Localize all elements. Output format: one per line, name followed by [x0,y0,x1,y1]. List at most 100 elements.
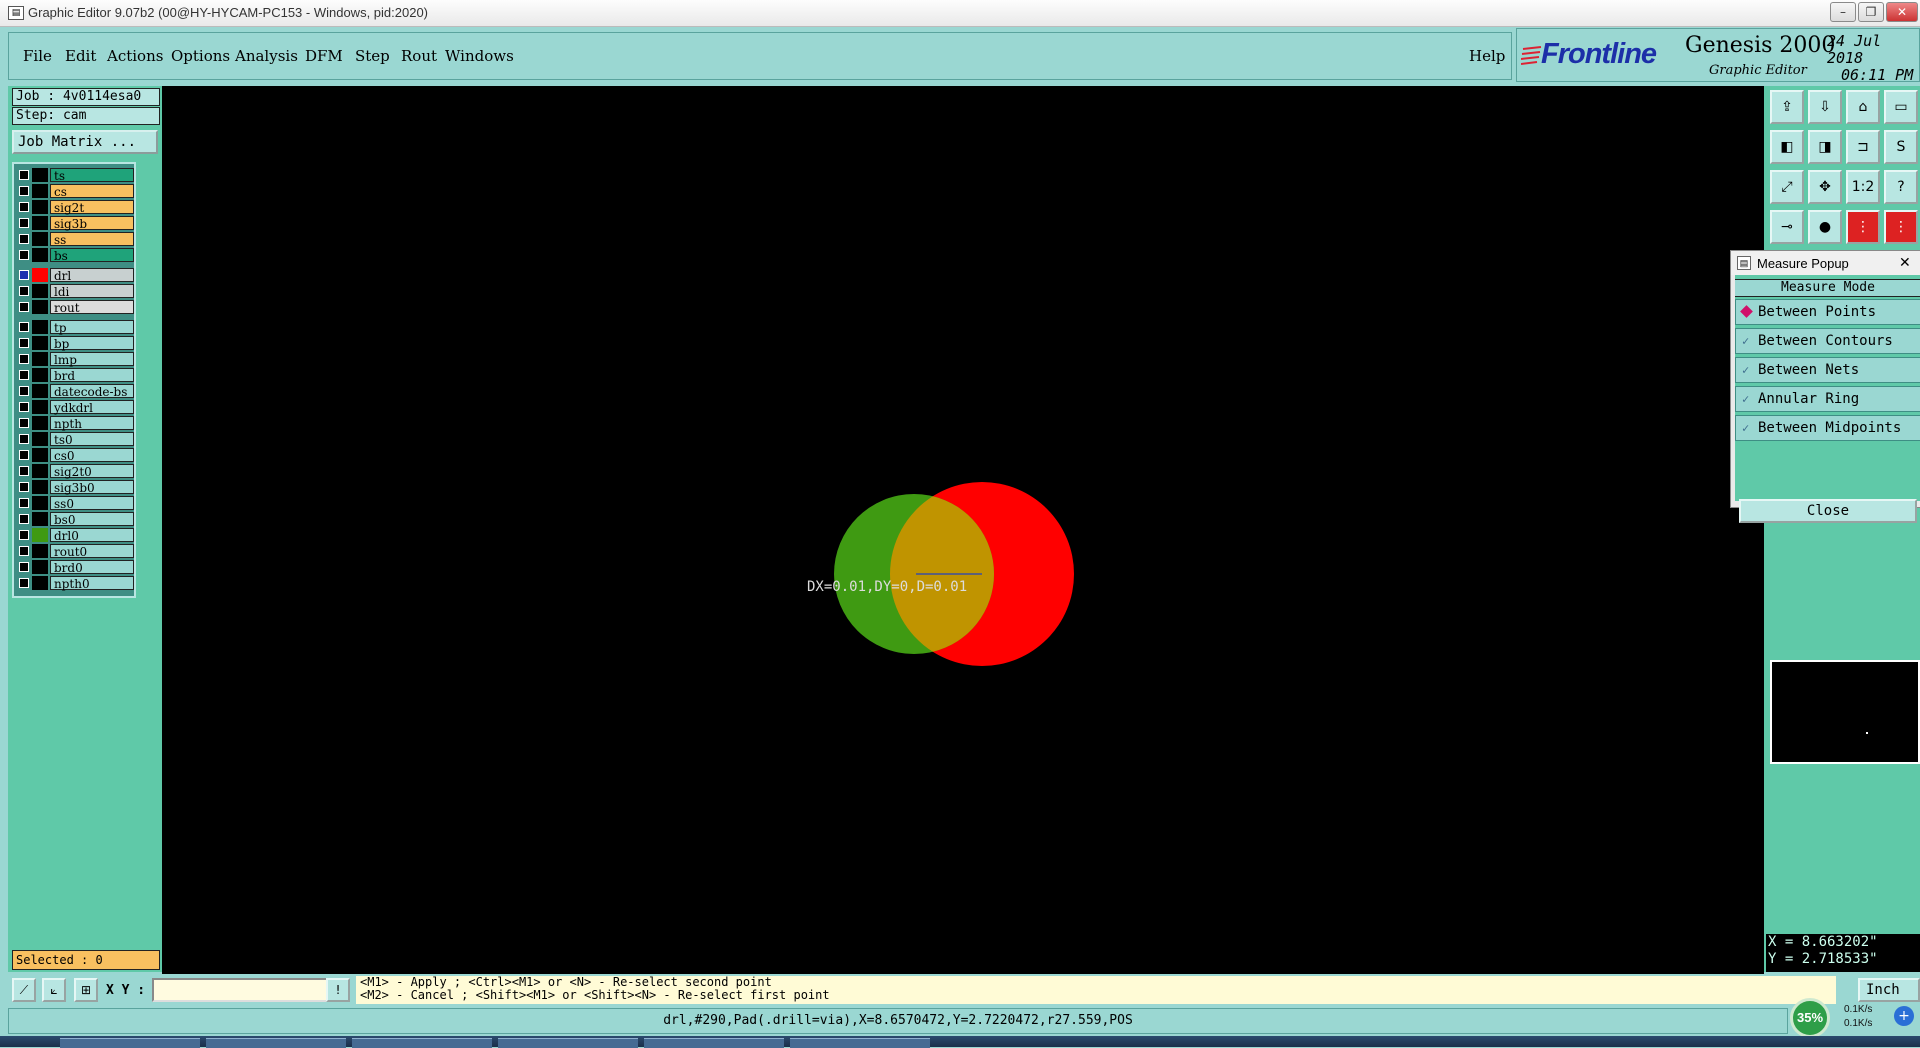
layer-checkbox[interactable] [19,450,29,460]
measure-mode-option[interactable]: ✓ Annular Ring [1735,386,1920,412]
layer-row[interactable]: sig2t0 [16,464,134,479]
measure-mode-option[interactable]: ✓ Between Contours [1735,328,1920,354]
layer-name[interactable]: ldi [50,284,134,299]
graphic-canvas[interactable] [162,86,1764,974]
layer-color-swatch[interactable] [32,184,48,198]
layer-color-swatch[interactable] [32,416,48,430]
layer-name[interactable]: datecode-bs [50,384,134,399]
snap-icon[interactable]: ⊐ [1846,130,1880,164]
layer-row[interactable]: drl [16,268,134,283]
close-window-button[interactable]: ✕ [1886,2,1918,22]
layer-name[interactable]: npth [50,416,134,431]
xy-input[interactable] [152,978,332,1002]
layer-name[interactable]: rout0 [50,544,134,559]
layer-row[interactable]: npth [16,416,134,431]
measure-mode-option[interactable]: ✓ Between Nets [1735,357,1920,383]
layer-row[interactable]: rout0 [16,544,134,559]
measure-ruler-icon[interactable]: ⊸ [1770,210,1804,244]
layer-checkbox[interactable] [19,322,29,332]
layer-row[interactable]: brd0 [16,560,134,575]
layer-color-swatch[interactable] [32,336,48,350]
layer-checkbox[interactable] [19,514,29,524]
layer-checkbox[interactable] [19,170,29,180]
layer-checkbox[interactable] [19,562,29,572]
close-button[interactable]: Close [1739,499,1917,523]
measure-point-icon[interactable]: ● [1808,210,1842,244]
layer-name[interactable]: bp [50,336,134,351]
menu-dfm[interactable]: DFM [305,47,343,65]
layer-color-swatch[interactable] [32,576,48,590]
layer-name[interactable]: sig3b [50,216,134,231]
layer-color-swatch[interactable] [32,512,48,526]
layer-checkbox[interactable] [19,498,29,508]
layer-row[interactable]: npth0 [16,576,134,591]
layer-checkbox[interactable] [19,466,29,476]
layer-checkbox[interactable] [19,286,29,296]
layer-color-swatch[interactable] [32,400,48,414]
open-step-icon[interactable]: ⇪ [1770,90,1804,124]
zoom-fit-icon[interactable]: ⤢ [1770,170,1804,204]
menu-options[interactable]: Options [171,47,230,65]
grid-icon[interactable]: ⊞ [74,978,98,1002]
layer-checkbox[interactable] [19,234,29,244]
menu-file[interactable]: File [23,47,52,65]
layer-checkbox[interactable] [19,386,29,396]
maximize-button[interactable]: ❐ [1858,2,1884,22]
overview-map[interactable] [1770,660,1920,764]
layer-color-swatch[interactable] [32,268,48,282]
menu-actions[interactable]: Actions [107,47,163,65]
layer-name[interactable]: rout [50,300,134,315]
layer-color-swatch[interactable] [32,496,48,510]
layer-color-swatch[interactable] [32,368,48,382]
layer-color-swatch[interactable] [32,544,48,558]
layer-row[interactable]: lmp [16,352,134,367]
layer-name[interactable]: cs0 [50,448,134,463]
layer-checkbox[interactable] [19,578,29,588]
layer-row[interactable]: datecode-bs [16,384,134,399]
layer-name[interactable]: sig2t [50,200,134,215]
layer-row[interactable]: ss0 [16,496,134,511]
layer-name[interactable]: ss [50,232,134,247]
layer-checkbox[interactable] [19,402,29,412]
menu-analysis[interactable]: Analysis [235,47,298,65]
undo-view-icon[interactable]: ◧ [1770,130,1804,164]
layer-row[interactable]: ts0 [16,432,134,447]
redo-view-icon[interactable]: ◨ [1808,130,1842,164]
layer-name[interactable]: ss0 [50,496,134,511]
layer-checkbox[interactable] [19,250,29,260]
layer-checkbox[interactable] [19,354,29,364]
draw-edit-icon[interactable]: ⟀ [42,978,66,1002]
layer-row[interactable]: rout [16,300,134,315]
popup-close-icon[interactable]: ✕ [1899,254,1911,271]
layer-color-swatch[interactable] [32,384,48,398]
menu-step[interactable]: Step [355,47,390,65]
layer-name[interactable]: npth0 [50,576,134,591]
layer-row[interactable]: tp [16,320,134,335]
layer-color-swatch[interactable] [32,432,48,446]
layer-name[interactable]: drl [50,268,134,283]
menu-windows[interactable]: Windows [445,47,514,65]
menu-help[interactable]: Help [1469,47,1505,65]
layer-color-swatch[interactable] [32,448,48,462]
layer-row[interactable]: bp [16,336,134,351]
job-matrix-button[interactable]: Job Matrix ... [12,130,158,154]
layer-name[interactable]: bs [50,248,134,263]
layer-checkbox[interactable] [19,370,29,380]
add-icon[interactable]: + [1894,1006,1914,1026]
layer-color-swatch[interactable] [32,480,48,494]
route-icon[interactable]: S [1884,130,1918,164]
layer-color-swatch[interactable] [32,216,48,230]
zoom-home-icon[interactable]: ✥ [1808,170,1842,204]
help-icon[interactable]: ? [1884,170,1918,204]
save-step-icon[interactable]: ⇩ [1808,90,1842,124]
layer-checkbox[interactable] [19,546,29,556]
layer-color-swatch[interactable] [32,320,48,334]
layer-row[interactable]: sig3b0 [16,480,134,495]
layer-row[interactable]: ss [16,232,134,247]
layer-row[interactable]: sig2t [16,200,134,215]
layer-color-swatch[interactable] [32,464,48,478]
layer-row[interactable]: ydkdrl [16,400,134,415]
layer-name[interactable]: cs [50,184,134,199]
menu-rout[interactable]: Rout [401,47,437,65]
layer-name[interactable]: brd0 [50,560,134,575]
